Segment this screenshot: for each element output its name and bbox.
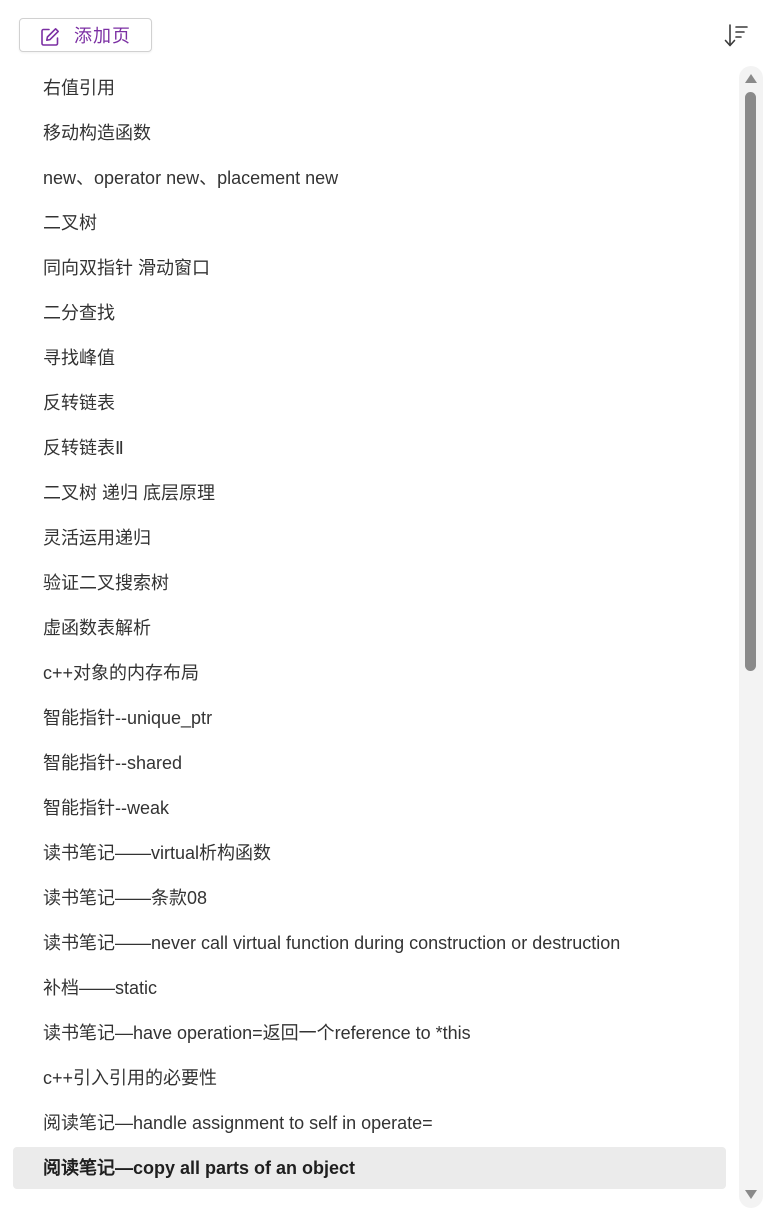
page-list-item[interactable]: 智能指针--shared	[13, 742, 726, 784]
add-page-label: 添加页	[74, 26, 131, 46]
scroll-down-arrow-icon[interactable]	[743, 1187, 759, 1201]
page-title: 灵活运用递归	[43, 528, 151, 548]
page-list-item[interactable]: 同向双指针 滑动窗口	[13, 247, 726, 289]
page-list-item[interactable]: 二分查找	[13, 292, 726, 334]
sort-pages-button[interactable]	[723, 22, 749, 50]
page-list-item[interactable]: 反转链表Ⅱ	[13, 427, 726, 469]
edit-note-icon	[40, 27, 60, 47]
page-list-item[interactable]: 二叉树 递归 底层原理	[13, 472, 726, 514]
page-list-item[interactable]: 右值引用	[13, 67, 726, 109]
page-list-item[interactable]: 移动构造函数	[13, 112, 726, 154]
page-title: 虚函数表解析	[43, 618, 151, 638]
page-title: 补档——static	[43, 978, 158, 998]
page-list-item[interactable]: new、operator new、placement new	[13, 157, 726, 199]
page-title: 读书笔记——virtual析构函数	[43, 843, 272, 863]
page-list-panel: 添加页 右值引用移动构造函数 new、operator new、placement…	[0, 0, 777, 1208]
page-title: 阅读笔记—handle assignment to self in operat…	[43, 1113, 433, 1133]
scroll-up-arrow-icon[interactable]	[743, 72, 759, 86]
vertical-scrollbar[interactable]	[738, 66, 764, 1208]
page-title: 二分查找	[43, 303, 115, 323]
page-title: 反转链表Ⅱ	[43, 438, 124, 458]
page-title: 二叉树	[43, 213, 97, 233]
page-list-item[interactable]: c++引入引用的必要性	[13, 1057, 726, 1099]
page-list-item[interactable]: 读书笔记——条款08	[13, 877, 726, 919]
page-title: 读书笔记——never call virtual function during…	[43, 933, 621, 953]
page-title: 读书笔记——条款08	[43, 888, 208, 908]
page-title: 反转链表	[43, 393, 115, 413]
page-title: 二叉树 递归 底层原理	[43, 483, 216, 503]
page-list-item[interactable]: 补档——static	[13, 967, 726, 1009]
page-title: 读书笔记—have operation=返回一个reference to *th…	[43, 1023, 471, 1043]
sort-descending-icon	[723, 24, 749, 54]
page-title: 智能指针--weak	[43, 798, 170, 818]
page-title: 移动构造函数	[43, 123, 151, 143]
page-list-item[interactable]: 阅读笔记—handle assignment to self in operat…	[13, 1102, 726, 1144]
scrollbar-thumb[interactable]	[745, 92, 756, 671]
page-list-item[interactable]: 智能指针--unique_ptr	[13, 697, 726, 739]
page-title: 阅读笔记—copy all parts of an object	[43, 1158, 356, 1178]
page-list-item[interactable]: 虚函数表解析	[13, 607, 726, 649]
page-list-item[interactable]: 智能指针--weak	[13, 787, 726, 829]
page-title: 智能指针--unique_ptr	[43, 708, 213, 728]
page-title: 同向双指针 滑动窗口	[43, 258, 211, 278]
page-list-item[interactable]: 反转链表	[13, 382, 726, 424]
page-title: c++引入引用的必要性	[43, 1068, 218, 1088]
page-list-toolbar: 添加页	[0, 0, 777, 66]
page-list-item[interactable]: 二叉树	[13, 202, 726, 244]
page-list-item[interactable]: 读书笔记—have operation=返回一个reference to *th…	[13, 1012, 726, 1054]
page-title: 智能指针--shared	[43, 753, 183, 773]
page-list-item[interactable]: 阅读笔记—copy all parts of an object	[13, 1147, 726, 1189]
add-page-button[interactable]: 添加页	[19, 18, 152, 52]
page-list-item[interactable]: 灵活运用递归	[13, 517, 726, 559]
page-list-item[interactable]: 读书笔记——virtual析构函数	[13, 832, 726, 874]
page-list-item[interactable]: 寻找峰值	[13, 337, 726, 379]
page-list-item[interactable]: 读书笔记——never call virtual function during…	[13, 922, 726, 964]
page-title: 右值引用	[43, 78, 115, 98]
page-list-item[interactable]: 验证二叉搜索树	[13, 562, 726, 604]
page-title: c++对象的内存布局	[43, 663, 200, 683]
page-title: 寻找峰值	[43, 348, 115, 368]
page-list-item[interactable]: c++对象的内存布局	[13, 652, 726, 694]
page-title: 验证二叉搜索树	[43, 573, 169, 593]
page-title: new、operator new、placement new	[43, 168, 339, 188]
page-list: 右值引用移动构造函数 new、operator new、placement new…	[0, 66, 740, 1208]
